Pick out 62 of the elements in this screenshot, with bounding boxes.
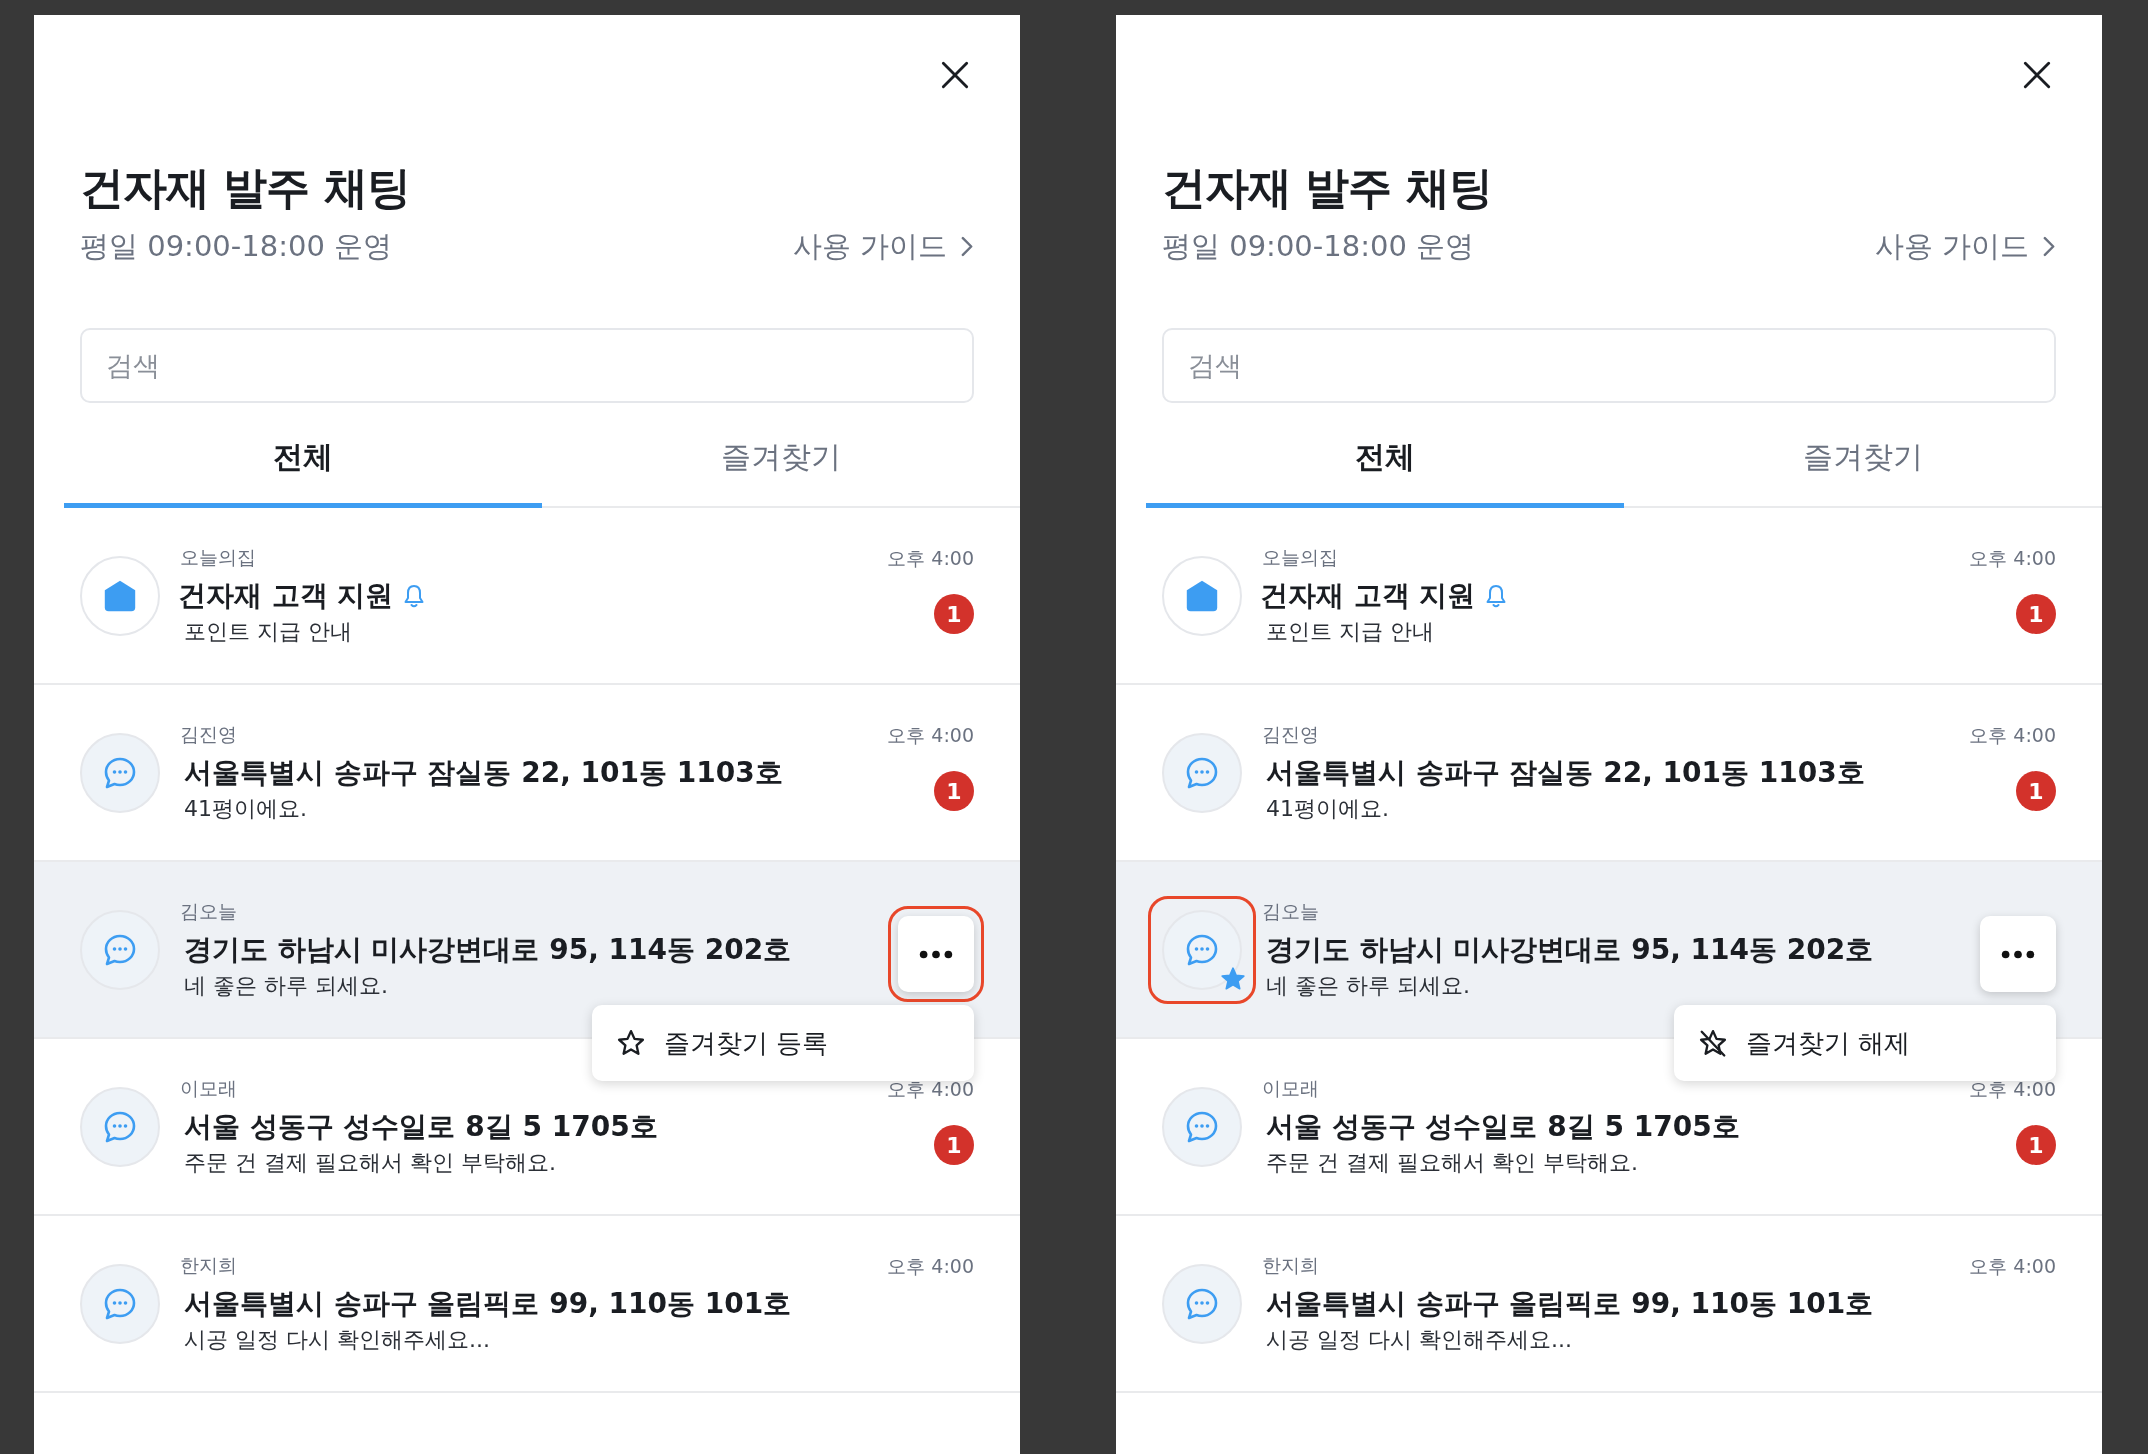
chat-title: 경기도 하남시 미사강변대로 95, 114동 202호 — [1266, 931, 1874, 968]
menu-item[interactable]: 즐겨찾기 등록 — [592, 1005, 974, 1081]
chevron-icon — [961, 235, 974, 257]
panel-title: 건자재 발주 채팅 — [1162, 161, 1493, 215]
chevron-icon — [2043, 235, 2056, 257]
chat-title: 건자재 고객 지원 — [1260, 577, 1476, 614]
unread-badge: 1 — [2016, 771, 2056, 811]
sender-name: 김진영 — [1262, 721, 1319, 747]
chat-title: 경기도 하남시 미사강변대로 95, 114동 202호 — [184, 931, 792, 968]
more-button[interactable] — [1980, 916, 2056, 992]
time-text: 오후 4:00 — [1969, 546, 2056, 571]
unread-badge: 1 — [934, 1125, 974, 1165]
star-off-icon — [1698, 1028, 1728, 1058]
message-preview: 주문 건 결제 필요해서 확인 부탁해요. — [1266, 1148, 1638, 1177]
more-button[interactable] — [898, 916, 974, 992]
message-preview: 포인트 지급 안내 — [184, 617, 352, 646]
sender-name: 오늘의집 — [180, 544, 256, 570]
more-icon — [919, 949, 953, 959]
hours-text: 평일 09:00-18:00 운영 — [1162, 228, 1475, 265]
close-icon[interactable] — [2022, 60, 2052, 90]
star-icon — [616, 1028, 646, 1058]
message-preview: 시공 일정 다시 확인해주세요... — [1266, 1325, 1572, 1354]
chat-title: 서울 성동구 성수일로 8길 5 1705호 — [184, 1108, 658, 1145]
search-field[interactable]: 검색 — [80, 328, 974, 403]
unread-badge: 1 — [934, 594, 974, 634]
time-text: 오후 4:00 — [1969, 723, 2056, 748]
sender-name: 한지희 — [180, 1252, 237, 1278]
message-preview: 41평이에요. — [1266, 794, 1389, 823]
time-text: 오후 4:00 — [887, 1254, 974, 1279]
panel-title: 건자재 발주 채팅 — [80, 161, 411, 215]
search-field[interactable]: 검색 — [1162, 328, 2056, 403]
tab[interactable]: 즐겨찾기 — [542, 413, 1020, 508]
message-preview: 시공 일정 다시 확인해주세요... — [184, 1325, 490, 1354]
time-text: 오후 4:00 — [887, 546, 974, 571]
message-preview: 41평이에요. — [184, 794, 307, 823]
chat-title: 건자재 고객 지원 — [178, 577, 394, 614]
unread-badge: 1 — [934, 771, 974, 811]
sender-name: 한지희 — [1262, 1252, 1319, 1278]
time-text: 오후 4:00 — [1969, 1254, 2056, 1279]
sender-name: 김진영 — [180, 721, 237, 747]
sender-name: 김오늘 — [1262, 898, 1319, 924]
hours-text: 평일 09:00-18:00 운영 — [80, 228, 393, 265]
chat-title: 서울 성동구 성수일로 8길 5 1705호 — [1266, 1108, 1740, 1145]
message-preview: 주문 건 결제 필요해서 확인 부탁해요. — [184, 1148, 556, 1177]
message-preview: 포인트 지급 안내 — [1266, 617, 1434, 646]
menu-item[interactable]: 즐겨찾기 해제 — [1674, 1005, 2056, 1081]
sender-name: 김오늘 — [180, 898, 237, 924]
more-icon — [2001, 949, 2035, 959]
message-preview: 네 좋은 하루 되세요. — [1266, 971, 1470, 1000]
chat-title: 서울특별시 송파구 잠실동 22, 101동 1103호 — [184, 754, 783, 791]
unread-badge: 1 — [2016, 594, 2056, 634]
chat-title: 서울특별시 송파구 올림픽로 99, 110동 101호 — [1266, 1285, 1874, 1322]
guide-link[interactable]: 사용 가이드 — [1874, 226, 2056, 266]
sender-name: 오늘의집 — [1262, 544, 1338, 570]
guide-link[interactable]: 사용 가이드 — [792, 226, 974, 266]
chat-title: 서울특별시 송파구 올림픽로 99, 110동 101호 — [184, 1285, 792, 1322]
unread-badge: 1 — [2016, 1125, 2056, 1165]
time-text: 오후 4:00 — [887, 723, 974, 748]
close-icon[interactable] — [940, 60, 970, 90]
message-preview: 네 좋은 하루 되세요. — [184, 971, 388, 1000]
tab[interactable]: 즐겨찾기 — [1624, 413, 2102, 508]
chat-title: 서울특별시 송파구 잠실동 22, 101동 1103호 — [1266, 754, 1865, 791]
